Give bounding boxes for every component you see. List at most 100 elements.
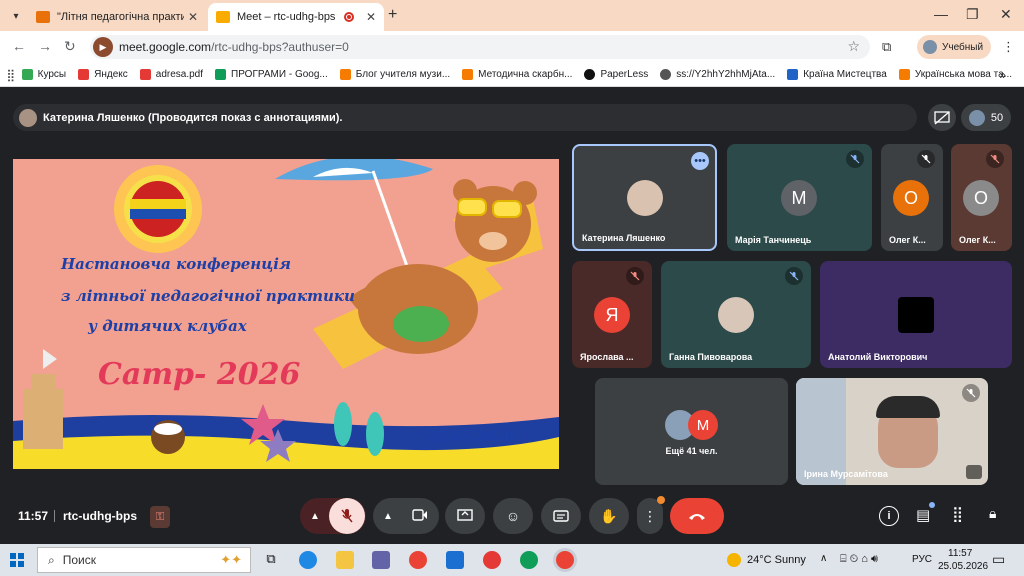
participant-tile[interactable]: M Марія Танчинець	[727, 144, 872, 251]
pin-icon[interactable]	[966, 465, 982, 479]
chat-icon[interactable]: ▤	[916, 506, 930, 524]
more-options-icon[interactable]: •••	[691, 152, 709, 170]
tray-icons[interactable]: ⌸ ⏲ ⌂ 🔊︎	[840, 553, 878, 566]
tab-meet[interactable]: Meet – rtc-udhg-bps ✕	[208, 3, 384, 31]
apps-grid-icon[interactable]: ⣿	[0, 68, 22, 82]
raise-hand-button[interactable]: ✋	[589, 498, 629, 534]
tray-date[interactable]: 25.05.2026	[938, 561, 988, 572]
bookmark-star-icon[interactable]: ☆	[847, 38, 860, 55]
tray-chevron-icon[interactable]: ∧	[820, 553, 827, 564]
profile-label: Учебный	[942, 41, 984, 53]
present-screen-button[interactable]	[445, 498, 485, 534]
url-path: /rtc-udhg-bps?authuser=0	[211, 40, 349, 54]
participant-tile[interactable]: O Олег К...	[951, 144, 1012, 251]
app-icon[interactable]	[520, 551, 538, 569]
bookmark-icon	[660, 69, 672, 80]
bookmark-item[interactable]: PaperLess	[584, 69, 648, 80]
back-icon[interactable]: ←	[12, 38, 26, 54]
mic-toggle-button[interactable]: ▲	[300, 498, 366, 534]
weather-text[interactable]: 24°C Sunny	[747, 554, 806, 566]
bookmark-icon	[787, 69, 799, 80]
chrome-active-icon[interactable]	[556, 551, 574, 569]
close-tab-icon[interactable]: ✕	[366, 10, 376, 24]
chevron-up-icon[interactable]: ▲	[374, 511, 402, 522]
chat-badge	[929, 502, 935, 508]
bookmark-item[interactable]: Методична скарбн...	[462, 69, 572, 80]
meeting-info-icon[interactable]: i	[879, 506, 899, 526]
url-input[interactable]: ▶ meet.google.com/rtc-udhg-bps?authuser=…	[90, 35, 870, 59]
profile-avatar	[923, 40, 937, 54]
extensions-icon[interactable]: ⧉	[882, 39, 891, 55]
bookmark-item[interactable]: Українська мова та...	[898, 69, 1012, 80]
participant-name: Ірина Мурсамітова	[804, 469, 888, 479]
store-icon[interactable]	[372, 551, 390, 569]
windows-start-icon[interactable]	[10, 553, 24, 567]
camera-icon	[402, 508, 438, 524]
notifications-icon[interactable]: ▭	[992, 551, 1005, 568]
host-lock-icon[interactable]: 🔒︎	[989, 505, 996, 522]
more-participants-tile[interactable]: M Ещё 41 чел.	[595, 378, 788, 485]
tab-search-icon[interactable]: ▾	[6, 6, 26, 26]
avatar	[627, 180, 663, 216]
taskbar-search-input[interactable]: ⌕ Поиск ✦✦	[37, 547, 251, 573]
tab-practice[interactable]: "Літня педагогічна практика 2 ✕	[28, 3, 206, 31]
presented-slide: Настановча конференція з літньої педагог…	[13, 159, 559, 469]
participant-tile[interactable]: O Олег К...	[881, 144, 943, 251]
browser-menu-icon[interactable]: ⋮	[1002, 39, 1015, 55]
yandex-icon[interactable]	[483, 551, 501, 569]
bookmark-item[interactable]: adresa.pdf	[139, 69, 203, 80]
present-icon	[457, 509, 473, 521]
site-info-icon[interactable]: ▶	[93, 37, 113, 57]
more-options-button[interactable]: ⋮	[637, 496, 665, 534]
participant-tile[interactable]: Я Ярослава ...	[572, 261, 652, 368]
layout-toggle-button[interactable]	[928, 104, 956, 131]
bookmark-item[interactable]: ss://Y2hhY2hhMjAta...	[660, 69, 775, 80]
restore-icon[interactable]: ❐	[966, 6, 979, 23]
more-bookmarks-icon[interactable]: »	[999, 68, 1006, 82]
forward-icon[interactable]: →	[38, 38, 52, 54]
leave-call-button[interactable]	[670, 498, 724, 534]
hand-icon: ✋	[600, 507, 618, 524]
activities-icon[interactable]: ⣿	[952, 505, 963, 523]
language-indicator[interactable]: РУС	[912, 554, 932, 565]
edge-icon[interactable]	[299, 551, 317, 569]
search-highlight-icon: ✦✦	[220, 552, 242, 567]
presenter-banner-text: Катерина Ляшенко (Проводится показ с анн…	[43, 111, 343, 124]
task-view-icon[interactable]: ⧉	[262, 551, 280, 569]
bookmark-item[interactable]: ПРОГРАМИ - Goog...	[215, 69, 328, 80]
close-window-icon[interactable]: ✕	[1000, 6, 1012, 23]
avatar: O	[963, 180, 999, 216]
bookmark-item[interactable]: Країна Мистецтва	[787, 69, 887, 80]
participant-tile[interactable]: Анатолий Викторович	[820, 261, 1012, 368]
chevron-up-icon[interactable]: ▲	[301, 511, 329, 522]
participant-name: Анатолий Викторович	[828, 352, 928, 362]
save-icon[interactable]	[446, 551, 464, 569]
tab-title: "Літня педагогічна практика 2	[57, 11, 184, 23]
close-tab-icon[interactable]: ✕	[188, 10, 198, 24]
bookmark-icon	[339, 69, 351, 80]
chrome-icon[interactable]	[409, 551, 427, 569]
emoji-button[interactable]: ☺	[493, 498, 533, 534]
bookmark-item[interactable]: Блог учителя музи...	[339, 69, 450, 80]
hang-up-icon	[689, 514, 705, 520]
meeting-code: rtc-udhg-bps	[63, 509, 137, 523]
host-controls-icon[interactable]: ⚿	[150, 506, 170, 528]
file-explorer-icon[interactable]	[336, 551, 354, 569]
participants-count-button[interactable]: 50	[961, 104, 1011, 131]
new-tab-button[interactable]: +	[388, 6, 397, 24]
bookmark-item[interactable]: Яндекс	[78, 69, 128, 80]
notification-dot	[657, 496, 665, 504]
reload-icon[interactable]: ↻	[64, 38, 76, 55]
bookmark-icon	[21, 69, 33, 80]
participant-tile[interactable]: Ганна Пивоварова	[661, 261, 811, 368]
minimize-icon[interactable]: —	[934, 6, 948, 22]
bookmark-item[interactable]: Курсы	[21, 69, 66, 80]
tray-time[interactable]: 11:57	[948, 548, 972, 559]
bookmark-icon	[898, 69, 910, 80]
slide-line-1: Настановча конференція	[61, 255, 291, 273]
profile-button[interactable]: Учебный	[917, 35, 991, 59]
captions-button[interactable]	[541, 498, 581, 534]
participant-video-tile[interactable]: Ірина Мурсамітова	[796, 378, 988, 485]
camera-toggle-button[interactable]: ▲	[373, 498, 439, 534]
participant-tile[interactable]: ••• Катерина Ляшенко	[572, 144, 717, 251]
